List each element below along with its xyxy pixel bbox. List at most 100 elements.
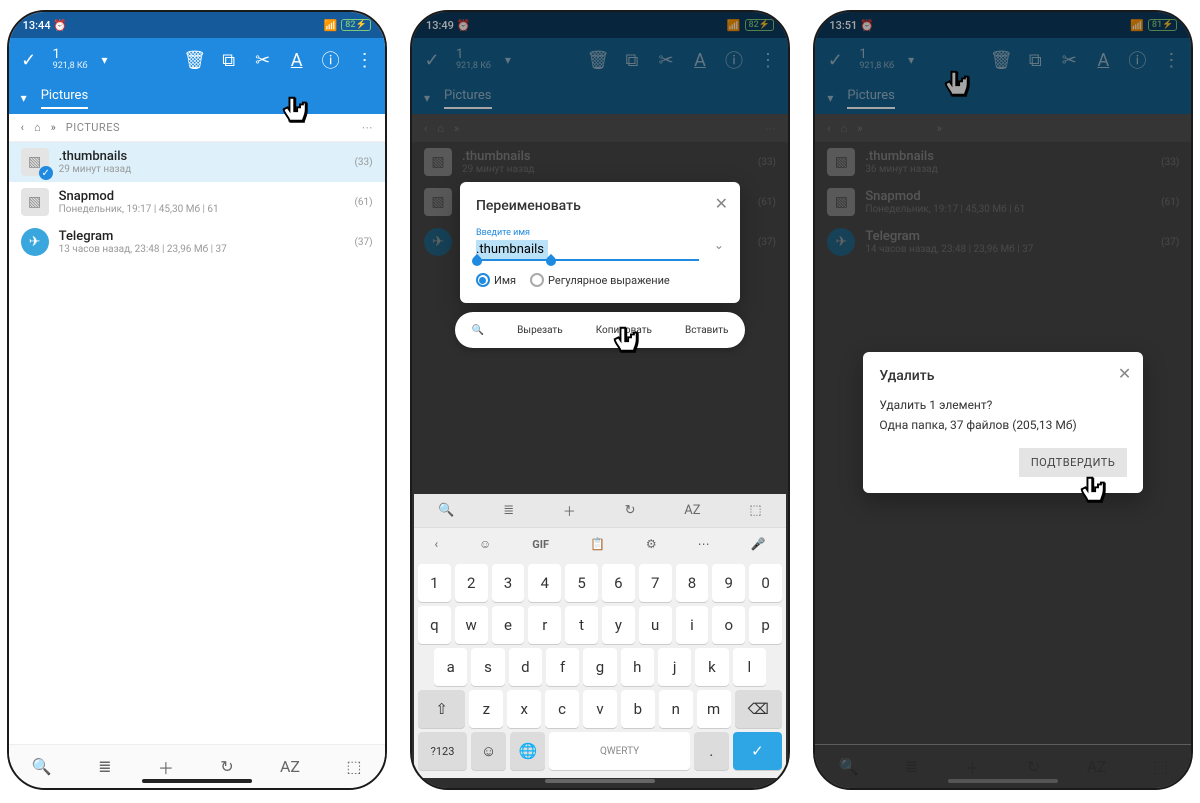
- dialog-detail: Одна папка, 37 файлов (205,13 Мб): [879, 418, 1127, 432]
- key[interactable]: i: [676, 606, 709, 644]
- backspace-key[interactable]: ⌫: [735, 690, 782, 728]
- key[interactable]: h: [621, 648, 654, 686]
- signal-icon: 📶: [324, 19, 338, 32]
- kb-sort-icon[interactable]: AZ: [684, 503, 700, 518]
- key[interactable]: 8: [676, 564, 709, 602]
- key[interactable]: 4: [528, 564, 561, 602]
- nav-pill[interactable]: [142, 779, 252, 783]
- key[interactable]: y: [602, 606, 635, 644]
- key[interactable]: 2: [455, 564, 488, 602]
- list-item[interactable]: ✈ Telegram13 часов назад, 23:48 | 23,96 …: [9, 222, 385, 262]
- cut-icon[interactable]: ✂: [253, 50, 273, 70]
- refresh-icon[interactable]: ↻: [220, 757, 233, 776]
- chevron-down-icon[interactable]: ▾: [101, 53, 107, 67]
- info-icon[interactable]: ⓘ: [321, 50, 341, 70]
- breadcrumb-path[interactable]: PICTURES: [66, 121, 120, 134]
- key[interactable]: m: [697, 690, 731, 728]
- period-key[interactable]: .: [694, 732, 729, 770]
- tab-pictures[interactable]: Pictures: [41, 88, 88, 109]
- delete-icon[interactable]: 🗑: [185, 50, 205, 70]
- key[interactable]: 3: [492, 564, 525, 602]
- key[interactable]: 9: [712, 564, 745, 602]
- key[interactable]: b: [621, 690, 655, 728]
- key[interactable]: t: [565, 606, 598, 644]
- radio-regex[interactable]: Регулярное выражение: [530, 273, 670, 287]
- key[interactable]: u: [639, 606, 672, 644]
- key[interactable]: 5: [565, 564, 598, 602]
- breadcrumb-more-icon[interactable]: ⋯: [362, 121, 373, 134]
- kb-sticker-icon[interactable]: ☺: [479, 537, 491, 551]
- key[interactable]: d: [509, 648, 542, 686]
- kb-gif[interactable]: GIF: [532, 538, 549, 551]
- view-icon[interactable]: ≣: [98, 757, 111, 776]
- back-icon[interactable]: ‹: [21, 121, 24, 134]
- close-icon[interactable]: ✕: [715, 194, 728, 213]
- key[interactable]: f: [546, 648, 579, 686]
- home-icon[interactable]: ⌂: [34, 121, 41, 134]
- key[interactable]: a: [434, 648, 467, 686]
- search-icon[interactable]: 🔍: [32, 757, 52, 776]
- status-bar: 13:44 ⏰ 📶82⚡: [9, 12, 385, 38]
- kb-select-icon[interactable]: ⬚: [749, 503, 761, 518]
- close-icon[interactable]: ✕: [1118, 364, 1131, 383]
- key[interactable]: k: [695, 648, 728, 686]
- enter-key[interactable]: ✓: [733, 732, 782, 770]
- key[interactable]: c: [545, 690, 579, 728]
- kb-search-icon[interactable]: 🔍: [438, 503, 454, 518]
- lang-key[interactable]: 🌐: [510, 732, 545, 770]
- mode-key[interactable]: ?123: [418, 732, 467, 770]
- confirm-button[interactable]: ПОДТВЕРДИТЬ: [1019, 448, 1127, 477]
- key[interactable]: v: [583, 690, 617, 728]
- add-icon[interactable]: ＋: [158, 755, 174, 779]
- key[interactable]: q: [418, 606, 451, 644]
- shift-key[interactable]: ⇧: [418, 690, 465, 728]
- key[interactable]: 6: [602, 564, 635, 602]
- key[interactable]: l: [733, 648, 766, 686]
- key[interactable]: o: [712, 606, 745, 644]
- key[interactable]: z: [469, 690, 503, 728]
- ctx-search-icon[interactable]: 🔍: [472, 325, 484, 336]
- list-item[interactable]: ▧ .thumbnails29 минут назад (33): [9, 142, 385, 182]
- dropdown-icon[interactable]: ⌄: [714, 238, 724, 252]
- key[interactable]: x: [507, 690, 541, 728]
- ctx-cut[interactable]: Вырезать: [517, 325, 563, 336]
- key[interactable]: n: [659, 690, 693, 728]
- list-item[interactable]: ▧ SnapmodПонедельник, 19:17 | 45,30 Мб |…: [9, 182, 385, 222]
- ctx-paste[interactable]: Вставить: [685, 325, 728, 336]
- expand-icon[interactable]: ▾: [21, 91, 27, 105]
- rename-input[interactable]: [476, 240, 699, 261]
- key[interactable]: w: [455, 606, 488, 644]
- more-icon[interactable]: ⋮: [355, 50, 375, 70]
- kb-settings-icon[interactable]: ⚙: [646, 537, 657, 551]
- key[interactable]: j: [658, 648, 691, 686]
- ctx-copy[interactable]: Копировать: [596, 325, 652, 336]
- keyboard: 🔍 ≣ ＋ ↻ AZ ⬚ ‹ ☺ GIF 📋 ⚙ ⋯ 🎤 1234567890 …: [414, 494, 786, 778]
- kb-clipboard-icon[interactable]: 📋: [590, 537, 605, 551]
- nav-pill[interactable]: [948, 779, 1058, 783]
- space-key[interactable]: QWERTY: [549, 732, 689, 770]
- check-icon[interactable]: ✓: [19, 50, 39, 70]
- nav-pill[interactable]: [545, 779, 655, 783]
- key[interactable]: p: [749, 606, 782, 644]
- kb-mic-icon[interactable]: 🎤: [751, 537, 766, 551]
- key[interactable]: 0: [749, 564, 782, 602]
- key[interactable]: r: [528, 606, 561, 644]
- key[interactable]: 7: [639, 564, 672, 602]
- rename-icon[interactable]: A: [287, 50, 307, 70]
- copy-icon[interactable]: ⧉: [219, 50, 239, 70]
- select-icon[interactable]: ⬚: [346, 757, 361, 776]
- emoji-key[interactable]: ☺: [471, 732, 506, 770]
- kb-refresh-icon[interactable]: ↻: [625, 503, 636, 518]
- radio-name[interactable]: Имя: [476, 273, 516, 287]
- sort-icon[interactable]: AZ: [280, 757, 300, 776]
- key[interactable]: 1: [418, 564, 451, 602]
- key[interactable]: g: [583, 648, 616, 686]
- key[interactable]: e: [492, 606, 525, 644]
- key[interactable]: s: [471, 648, 504, 686]
- selection-count[interactable]: 1921,8 Кб: [53, 48, 88, 72]
- kb-view-icon[interactable]: ≣: [503, 503, 514, 518]
- phone-1: 13:44 ⏰ 📶82⚡ ✓ 1921,8 Кб ▾ 🗑 ⧉ ✂ A ⓘ ⋮ ▾…: [7, 10, 387, 790]
- kb-back-icon[interactable]: ‹: [434, 537, 438, 551]
- kb-more-icon[interactable]: ⋯: [698, 537, 710, 551]
- kb-add-icon[interactable]: ＋: [563, 501, 576, 520]
